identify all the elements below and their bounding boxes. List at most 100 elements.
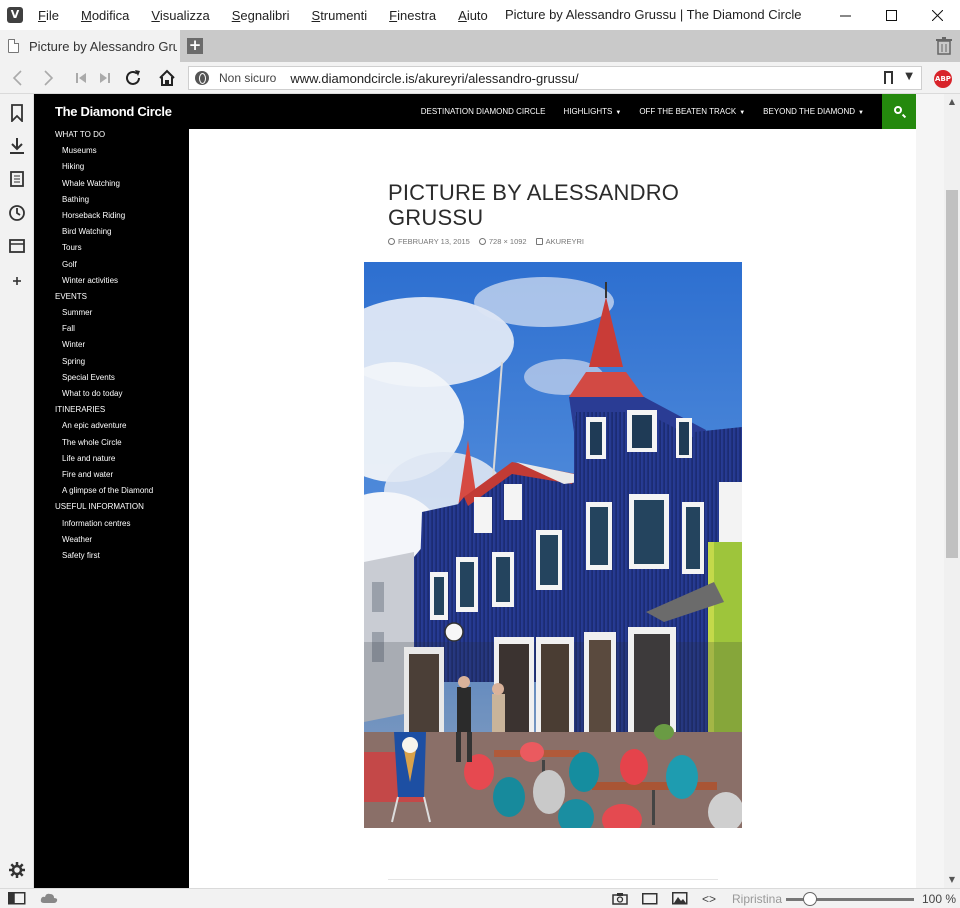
title-bar: V File Modifica Visualizza Segnalibri Strume…: [0, 0, 960, 30]
forward-button[interactable]: [38, 62, 60, 94]
topnav-item-highlights[interactable]: HIGHLIGHTS ▼: [563, 107, 621, 116]
tab-active[interactable]: Picture by Alessandro Grussu: [0, 30, 180, 62]
history-panel-icon[interactable]: [8, 204, 26, 222]
topnav-item-off-the-beaten-track[interactable]: OFF THE BEATEN TRACK ▼: [639, 107, 745, 116]
site-search-button[interactable]: [882, 94, 916, 129]
sidebar-item-fire-and-water[interactable]: Fire and water: [55, 467, 185, 483]
window-title: Picture by Alessandro Grussu | The Diamo…: [505, 7, 802, 22]
zoom-slider-handle[interactable]: [803, 892, 817, 906]
adblock-plus-icon[interactable]: ABP: [934, 70, 952, 88]
tab-label: Picture by Alessandro Grussu: [29, 38, 177, 54]
maximize-icon[interactable]: [868, 0, 914, 30]
sidebar-section-itineraries[interactable]: ITINERARIES: [55, 402, 185, 418]
menu-file[interactable]: File: [38, 8, 59, 23]
browser-side-panel: [0, 94, 34, 888]
forward-icon: [44, 70, 54, 86]
window-panel-icon[interactable]: [8, 237, 26, 255]
sidebar-section-events[interactable]: EVENTS: [55, 289, 185, 305]
sidebar-item-museums[interactable]: Museums: [55, 143, 185, 159]
tab-bar: Picture by Alessandro Grussu: [0, 30, 960, 62]
content-area: Picture by Alessandro Grussu February 13…: [189, 129, 916, 888]
fast-forward-button[interactable]: [96, 62, 114, 94]
scroll-down-icon[interactable]: ▼: [944, 872, 960, 888]
home-button[interactable]: [156, 62, 178, 94]
sidebar-item-life-and-nature[interactable]: Life and nature: [55, 451, 185, 467]
sidebar-item-winter-activities[interactable]: Winter activities: [55, 273, 185, 289]
scroll-up-icon[interactable]: ▲: [944, 94, 960, 110]
browser-window: V File Modifica Visualizza Segnalibri Strume…: [0, 0, 960, 908]
panel-toggle-icon[interactable]: [8, 892, 26, 905]
rewind-icon: [76, 73, 86, 83]
sidebar-item-information-centres[interactable]: Information centres: [55, 516, 185, 532]
sidebar-item-golf[interactable]: Golf: [55, 257, 185, 273]
menu-modifica[interactable]: Modifica: [81, 8, 129, 23]
bookmark-icon[interactable]: [884, 71, 893, 84]
scrollbar-thumb[interactable]: [946, 190, 958, 558]
sidebar-item-safety-first[interactable]: Safety first: [55, 548, 185, 564]
caret-down-icon: ▼: [615, 110, 622, 116]
site-top-nav: DESTINATION DIAMOND CIRCLE HIGHLIGHTS ▼ OFF…: [189, 94, 882, 129]
menu-visualizza[interactable]: Visualizza: [151, 8, 209, 23]
sidebar-item-weather[interactable]: Weather: [55, 532, 185, 548]
menu-strumenti[interactable]: Strumenti: [312, 8, 368, 23]
add-panel-icon[interactable]: [8, 272, 26, 290]
menu-segnalibri[interactable]: Segnalibri: [232, 8, 290, 23]
entry-category[interactable]: Akureyri: [535, 237, 584, 246]
sidebar-item-summer[interactable]: Summer: [55, 305, 185, 321]
back-button[interactable]: [6, 62, 28, 94]
settings-gear-icon[interactable]: [8, 861, 26, 879]
bookmarks-panel-icon[interactable]: [8, 104, 26, 122]
sidebar-item-tours[interactable]: Tours: [55, 240, 185, 256]
zoom-icon: [478, 238, 486, 245]
menu-finestra[interactable]: Finestra: [389, 8, 436, 23]
downloads-panel-icon[interactable]: [8, 137, 26, 155]
page-icon: [8, 39, 19, 53]
notes-panel-icon[interactable]: [8, 170, 26, 188]
sidebar-section-useful-information[interactable]: USEFUL INFORMATION: [55, 499, 185, 515]
entry-full-size-link[interactable]: 728 × 1092: [478, 237, 527, 246]
sidebar-item-spring[interactable]: Spring: [55, 354, 185, 370]
topnav-label: DESTINATION DIAMOND CIRCLE: [420, 107, 546, 116]
sidebar-item-winter[interactable]: Winter: [55, 337, 185, 353]
sidebar-item-a-glimpse-of-the-diamond[interactable]: A glimpse of the Diamond: [55, 483, 185, 499]
sidebar-item-horseback-riding[interactable]: Horseback Riding: [55, 208, 185, 224]
sidebar-item-bird-watching[interactable]: Bird Watching: [55, 224, 185, 240]
sidebar-item-special-events[interactable]: Special Events: [55, 370, 185, 386]
minimize-icon[interactable]: [822, 0, 868, 30]
reload-icon: [126, 70, 140, 85]
sidebar-item-an-epic-adventure[interactable]: An epic adventure: [55, 418, 185, 434]
topnav-item-destination-diamond-circle[interactable]: DESTINATION DIAMOND CIRCLE: [421, 107, 546, 116]
camera-icon[interactable]: [612, 892, 628, 905]
chevron-down-icon[interactable]: ▼: [905, 71, 913, 82]
sidebar-item-the-whole-circle[interactable]: The whole Circle: [55, 435, 185, 451]
tiling-icon[interactable]: [642, 893, 658, 905]
sidebar-item-what-to-do-today[interactable]: What to do today: [55, 386, 185, 402]
site-sidebar: The Diamond Circle WHAT TO DO Museums Hiki…: [34, 94, 189, 888]
entry-date[interactable]: February 13, 2015: [388, 237, 470, 246]
menu-aiuto[interactable]: Aiuto: [458, 8, 488, 23]
trash-icon[interactable]: [936, 37, 952, 55]
sidebar-section-what-to-do[interactable]: WHAT TO DO: [55, 127, 185, 143]
sidebar-item-whale-watching[interactable]: Whale Watching: [55, 176, 185, 192]
topnav-item-beyond-the-diamond[interactable]: BEYOND THE DIAMOND ▼: [763, 107, 864, 116]
address-field[interactable]: Non sicuro www.diamondcircle.is/akureyri…: [188, 66, 922, 90]
url-text[interactable]: www.diamondcircle.is/akureyri/alessandro…: [290, 71, 578, 86]
vivaldi-logo-icon[interactable]: V: [7, 7, 23, 23]
site-title[interactable]: The Diamond Circle: [55, 104, 172, 119]
sidebar-item-fall[interactable]: Fall: [55, 321, 185, 337]
sync-cloud-icon[interactable]: [40, 892, 58, 904]
images-icon[interactable]: [672, 892, 688, 905]
rewind-button[interactable]: [72, 62, 90, 94]
reload-button[interactable]: [122, 62, 144, 94]
close-icon[interactable]: [914, 0, 960, 30]
zoom-reset-button[interactable]: Ripristina: [732, 892, 782, 906]
topnav-label: BEYOND THE DIAMOND: [763, 107, 856, 116]
caret-down-icon: ▼: [858, 110, 864, 116]
sidebar-item-bathing[interactable]: Bathing: [55, 192, 185, 208]
status-bar: <> Ripristina 100 %: [0, 888, 960, 908]
attachment-photo[interactable]: [364, 262, 742, 828]
page-actions-icon[interactable]: <>: [702, 892, 716, 906]
new-tab-button[interactable]: +: [187, 38, 203, 54]
security-label[interactable]: Non sicuro: [219, 71, 276, 85]
sidebar-item-hiking[interactable]: Hiking: [55, 159, 185, 175]
